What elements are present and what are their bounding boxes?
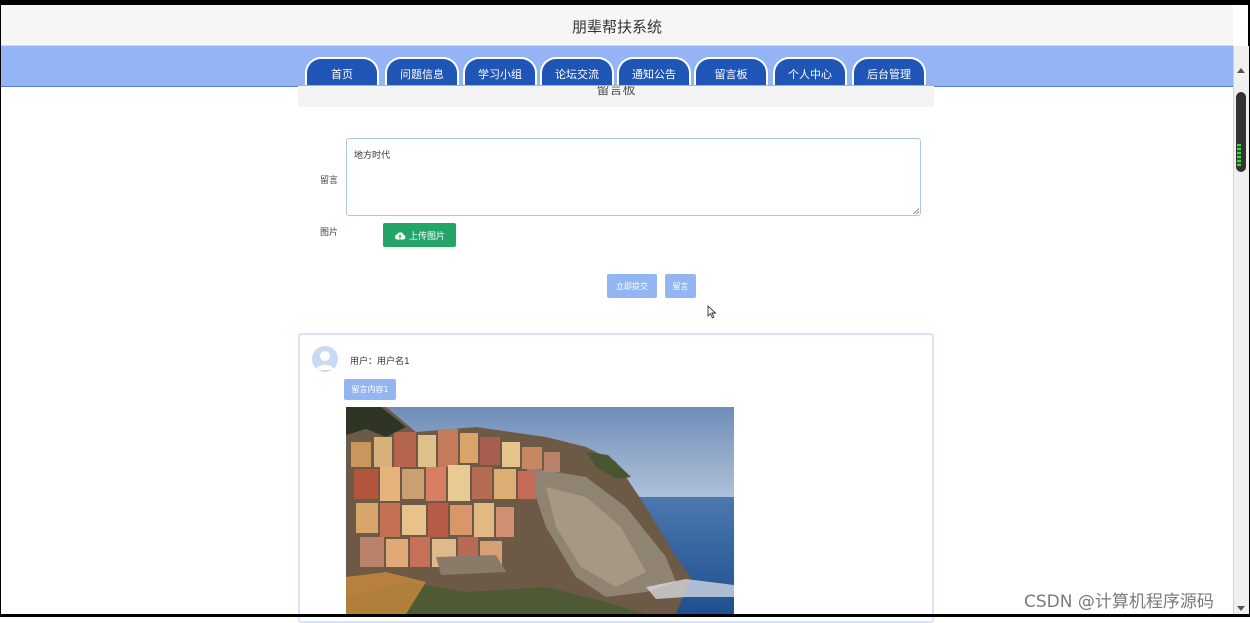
csdn-watermark: CSDN @计算机程序源码 xyxy=(1024,592,1214,612)
message-photo xyxy=(346,407,734,614)
window-left-border xyxy=(0,0,1,617)
page-scrollbar[interactable] xyxy=(1233,46,1249,614)
tab-study-groups[interactable]: 学习小组 xyxy=(463,57,537,85)
cloud-upload-icon xyxy=(395,231,406,239)
main-nav: 首页 问题信息 学习小组 论坛交流 通知公告 留言板 个人中心 后台管理 xyxy=(1,46,1233,87)
mouse-pointer-icon xyxy=(707,305,717,319)
message-content-tag: 留言内容1 xyxy=(344,379,396,400)
tab-notices[interactable]: 通知公告 xyxy=(617,57,691,85)
tab-personal-center[interactable]: 个人中心 xyxy=(773,57,847,85)
section-title-bar: 留言板 xyxy=(298,86,934,107)
user-avatar-icon xyxy=(312,346,338,372)
upload-image-label: 上传图片 xyxy=(408,231,445,242)
tab-message-board[interactable]: 留言板 xyxy=(694,57,768,85)
tab-forum[interactable]: 论坛交流 xyxy=(540,57,614,85)
scroll-down-arrow-icon[interactable] xyxy=(1237,606,1245,611)
message-button[interactable]: 留言 xyxy=(665,274,696,298)
site-title: 朋辈帮扶系统 xyxy=(1,5,1233,46)
upload-image-button[interactable]: 上传图片 xyxy=(383,223,456,247)
tab-questions[interactable]: 问题信息 xyxy=(385,57,459,85)
scroll-grip-indicator xyxy=(1237,144,1241,166)
message-user: 用户：用户名1 xyxy=(350,357,410,367)
message-field-label: 留言 xyxy=(320,176,339,186)
section-title: 留言板 xyxy=(596,86,636,98)
resize-handle-icon[interactable] xyxy=(913,208,919,214)
scroll-up-arrow-icon[interactable] xyxy=(1237,68,1245,73)
tab-home[interactable]: 首页 xyxy=(305,57,379,85)
image-field-label: 图片 xyxy=(320,228,339,238)
message-textarea-value: 地方时代 xyxy=(354,151,391,161)
tab-admin[interactable]: 后台管理 xyxy=(852,57,926,85)
submit-button[interactable]: 立即提交 xyxy=(607,274,657,298)
message-textarea[interactable]: 地方时代 xyxy=(346,138,921,216)
